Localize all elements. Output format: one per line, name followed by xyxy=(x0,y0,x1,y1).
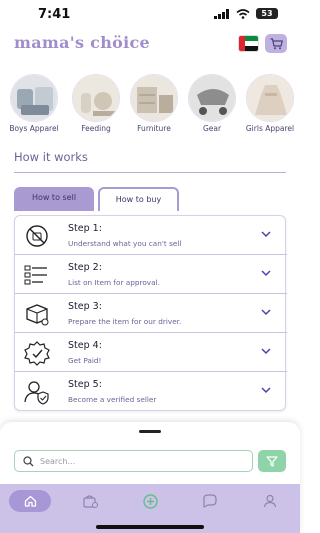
nav-home[interactable] xyxy=(9,490,51,512)
category-image xyxy=(130,74,178,122)
chevron-down-icon[interactable] xyxy=(260,268,272,278)
step-description: List on Item for approval. xyxy=(68,278,160,287)
divider xyxy=(14,172,286,173)
wifi-icon xyxy=(236,8,250,19)
add-icon xyxy=(142,493,158,509)
category-feeding[interactable]: Feeding xyxy=(66,74,126,133)
step-description: Prepare the item for our driver. xyxy=(68,317,182,326)
battery-indicator: 53 xyxy=(256,8,278,19)
category-label: Girls Apparel xyxy=(245,124,295,133)
brand-logo[interactable]: mama's chöice xyxy=(14,33,150,52)
prohibited-icon xyxy=(26,225,48,247)
search-input[interactable] xyxy=(40,454,240,469)
chevron-down-icon[interactable] xyxy=(260,346,272,356)
profile-icon xyxy=(263,494,277,508)
step-4-row[interactable]: Step 4: Get Paid! xyxy=(15,333,287,372)
nav-add[interactable] xyxy=(130,490,170,512)
step-description: Understand what you can't sell xyxy=(68,239,182,248)
search-box[interactable] xyxy=(14,450,253,472)
step-title: Step 1: xyxy=(68,223,102,234)
status-icons: 53 xyxy=(214,8,278,19)
step-3-row[interactable]: Step 3: Prepare the item for our driver. xyxy=(15,294,287,333)
steps-accordion: Step 1: Understand what you can't sell S… xyxy=(14,215,287,411)
status-time: 7:41 xyxy=(38,7,71,22)
step-title: Step 2: xyxy=(68,262,102,273)
category-carousel: Boys Apparel Feeding Furniture Gear Girl… xyxy=(0,74,300,136)
category-image xyxy=(10,74,58,122)
step-description: Get Paid! xyxy=(68,356,102,365)
category-label: Gear xyxy=(202,124,222,133)
checklist-icon xyxy=(24,265,47,285)
step-5-row[interactable]: Step 5: Become a verified seller xyxy=(15,372,287,411)
chevron-down-icon[interactable] xyxy=(260,307,272,317)
step-title: Step 4: xyxy=(68,340,102,351)
nav-sell[interactable] xyxy=(70,490,110,512)
home-icon xyxy=(24,495,36,507)
section-title: How it works xyxy=(14,150,88,164)
category-image xyxy=(246,74,294,122)
step-title: Step 3: xyxy=(68,301,102,312)
category-boys-apparel[interactable]: Boys Apparel xyxy=(4,74,64,133)
step-2-row[interactable]: Step 2: List on Item for approval. xyxy=(15,255,287,294)
tab-how-to-buy[interactable]: How to buy xyxy=(98,187,179,211)
nav-messages[interactable] xyxy=(190,490,230,512)
category-label: Boys Apparel xyxy=(9,124,59,133)
messages-icon xyxy=(203,494,217,508)
category-furniture[interactable]: Furniture xyxy=(124,74,184,133)
home-indicator xyxy=(96,525,204,529)
category-label: Furniture xyxy=(137,124,171,133)
package-tag-icon xyxy=(26,304,49,326)
filter-icon xyxy=(266,455,278,467)
uae-flag-icon[interactable] xyxy=(238,35,259,52)
verified-user-icon xyxy=(24,381,49,405)
step-title: Step 5: xyxy=(68,379,102,390)
filter-button[interactable] xyxy=(258,450,286,472)
status-bar: 7:41 53 xyxy=(0,0,300,30)
cart-button[interactable] xyxy=(265,34,287,53)
search-icon xyxy=(23,456,34,467)
step-description: Become a verified seller xyxy=(68,395,157,404)
payment-badge-icon xyxy=(24,341,50,366)
category-image xyxy=(188,74,236,122)
chevron-down-icon[interactable] xyxy=(260,229,272,239)
tab-how-to-sell[interactable]: How to sell xyxy=(14,187,94,211)
cart-icon xyxy=(270,37,283,49)
sell-bag-icon xyxy=(82,494,98,508)
category-girls-apparel[interactable]: Girls Apparel xyxy=(240,74,300,133)
step-1-row[interactable]: Step 1: Understand what you can't sell xyxy=(15,216,287,255)
chevron-down-icon[interactable] xyxy=(260,385,272,395)
category-gear[interactable]: Gear xyxy=(182,74,242,133)
app-header: mama's chöice xyxy=(0,30,300,64)
category-image xyxy=(72,74,120,122)
sheet-drag-handle[interactable] xyxy=(139,430,161,433)
nav-profile[interactable] xyxy=(250,490,290,512)
signal-icon xyxy=(214,8,229,19)
category-label: Feeding xyxy=(81,124,111,133)
bottom-nav xyxy=(0,484,300,533)
